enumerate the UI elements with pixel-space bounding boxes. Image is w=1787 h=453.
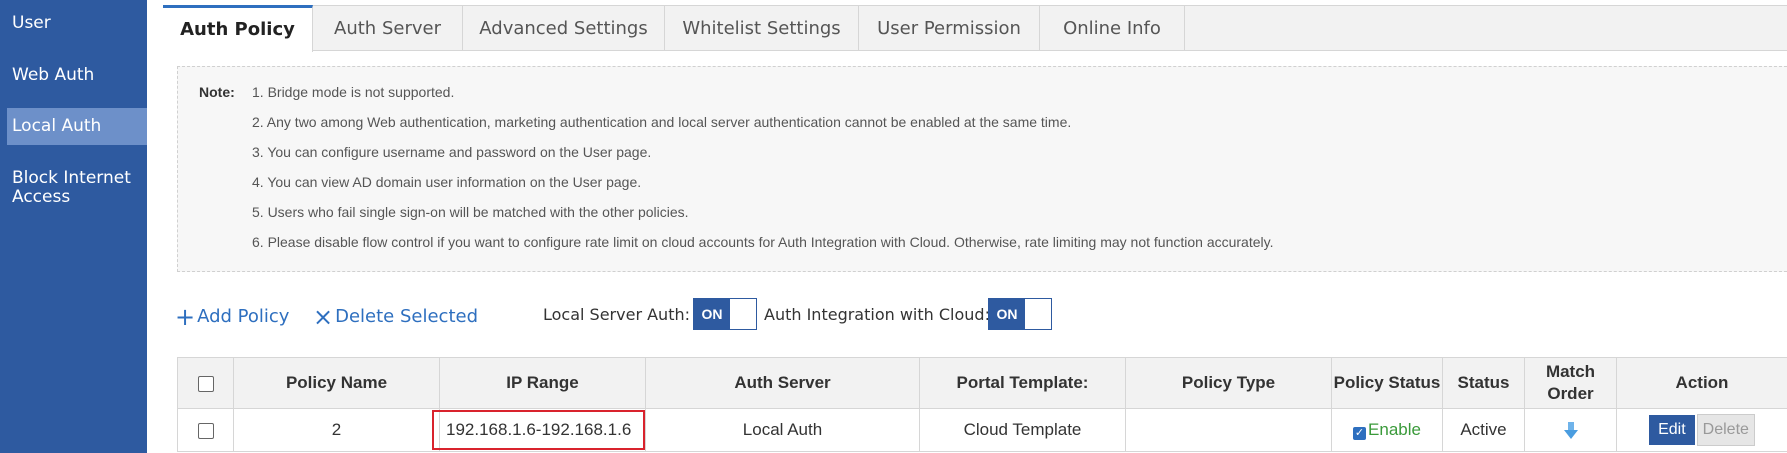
portal-template-cell: Cloud Template xyxy=(919,408,1126,452)
note-box: Note: 1. Bridge mode is not supported. 2… xyxy=(177,66,1787,272)
tab-whitelist-settings[interactable]: Whitelist Settings xyxy=(665,6,859,51)
toggle-on-label: ON xyxy=(989,299,1025,329)
table-row: 2 192.168.1.6-192.168.1.6 Local Auth Clo… xyxy=(177,408,1787,452)
column-header: Policy Name xyxy=(233,357,440,409)
add-policy-button[interactable]: + Add Policy xyxy=(175,303,289,331)
tab-user-permission[interactable]: User Permission xyxy=(859,6,1040,51)
column-header: Auth Server xyxy=(645,357,920,409)
sidebar-item-label: Block Internet Access xyxy=(12,168,131,207)
sidebar-item-label: Web Auth xyxy=(12,65,95,85)
policy-status-cell: ✓ Enable xyxy=(1331,408,1443,452)
delete-selected-label: Delete Selected xyxy=(335,306,479,327)
column-header: Status xyxy=(1442,357,1525,409)
column-header: IP Range xyxy=(439,357,646,409)
select-all-checkbox[interactable] xyxy=(197,375,214,392)
sidebar-item-user[interactable]: User xyxy=(7,14,147,33)
delete-button[interactable]: Delete xyxy=(1696,414,1755,446)
column-header: Action xyxy=(1616,357,1787,409)
status-cell: Active xyxy=(1442,408,1525,452)
match-order-cell xyxy=(1524,408,1617,452)
column-header: Portal Template: xyxy=(919,357,1126,409)
note-line: 2. Any two among Web authentication, mar… xyxy=(252,114,1072,130)
row-select-cell xyxy=(177,408,234,452)
ip-range-highlight: 192.168.1.6-192.168.1.6 xyxy=(432,410,646,450)
sidebar-item-label: User xyxy=(12,13,51,33)
edit-button[interactable]: Edit xyxy=(1649,415,1695,445)
plus-icon: + xyxy=(175,303,196,331)
local-server-auth-label: Local Server Auth: xyxy=(543,305,690,324)
policy-name-cell: 2 xyxy=(233,408,440,452)
local-server-auth-toggle[interactable]: ON xyxy=(693,298,757,330)
ip-range-cell: 192.168.1.6-192.168.1.6 xyxy=(432,408,646,452)
policy-status-label: Enable xyxy=(1368,420,1421,439)
add-policy-label: Add Policy xyxy=(197,306,290,327)
column-header: Match Order xyxy=(1524,357,1617,409)
sidebar: User Web Auth Local Auth Block Internet … xyxy=(0,0,147,453)
policy-table: Policy Name IP Range Auth Server Portal … xyxy=(177,357,1787,452)
row-checkbox[interactable] xyxy=(197,422,214,439)
sidebar-item-web-auth[interactable]: Web Auth xyxy=(7,66,147,85)
close-icon: × xyxy=(313,303,334,331)
tab-bar: Auth Policy Auth Server Advanced Setting… xyxy=(163,5,1787,52)
note-label: Note: xyxy=(199,84,235,100)
delete-selected-button[interactable]: × Delete Selected xyxy=(313,303,478,331)
table-header-row: Policy Name IP Range Auth Server Portal … xyxy=(177,357,1787,409)
note-line: 4. You can view AD domain user informati… xyxy=(252,174,642,190)
sidebar-item-label: Local Auth xyxy=(12,116,102,136)
column-header: Policy Status xyxy=(1331,357,1443,409)
policy-type-cell xyxy=(1125,408,1332,452)
main-content: Auth Policy Auth Server Advanced Setting… xyxy=(147,0,1787,453)
sidebar-item-block-internet-access[interactable]: Block Internet Access xyxy=(7,169,137,207)
note-line: 5. Users who fail single sign-on will be… xyxy=(252,204,689,220)
tab-auth-policy[interactable]: Auth Policy xyxy=(163,5,313,52)
checkbox-checked-icon[interactable]: ✓ xyxy=(1353,427,1367,440)
action-cell: Edit Delete xyxy=(1616,408,1787,452)
cloud-auth-toggle[interactable]: ON xyxy=(988,298,1052,330)
note-line: 1. Bridge mode is not supported. xyxy=(252,84,455,100)
note-line: 6. Please disable flow control if you wa… xyxy=(252,234,1274,250)
arrow-down-icon[interactable] xyxy=(1563,421,1579,440)
note-line: 3. You can configure username and passwo… xyxy=(252,144,652,160)
select-all-cell xyxy=(177,357,234,409)
column-header: Policy Type xyxy=(1125,357,1332,409)
sidebar-item-local-auth[interactable]: Local Auth xyxy=(7,108,147,145)
toggle-on-label: ON xyxy=(694,299,730,329)
cloud-auth-label: Auth Integration with Cloud: xyxy=(764,305,990,324)
tab-online-info[interactable]: Online Info xyxy=(1040,6,1185,51)
tab-auth-server[interactable]: Auth Server xyxy=(313,6,463,51)
tab-advanced-settings[interactable]: Advanced Settings xyxy=(463,6,665,51)
auth-server-cell: Local Auth xyxy=(645,408,920,452)
